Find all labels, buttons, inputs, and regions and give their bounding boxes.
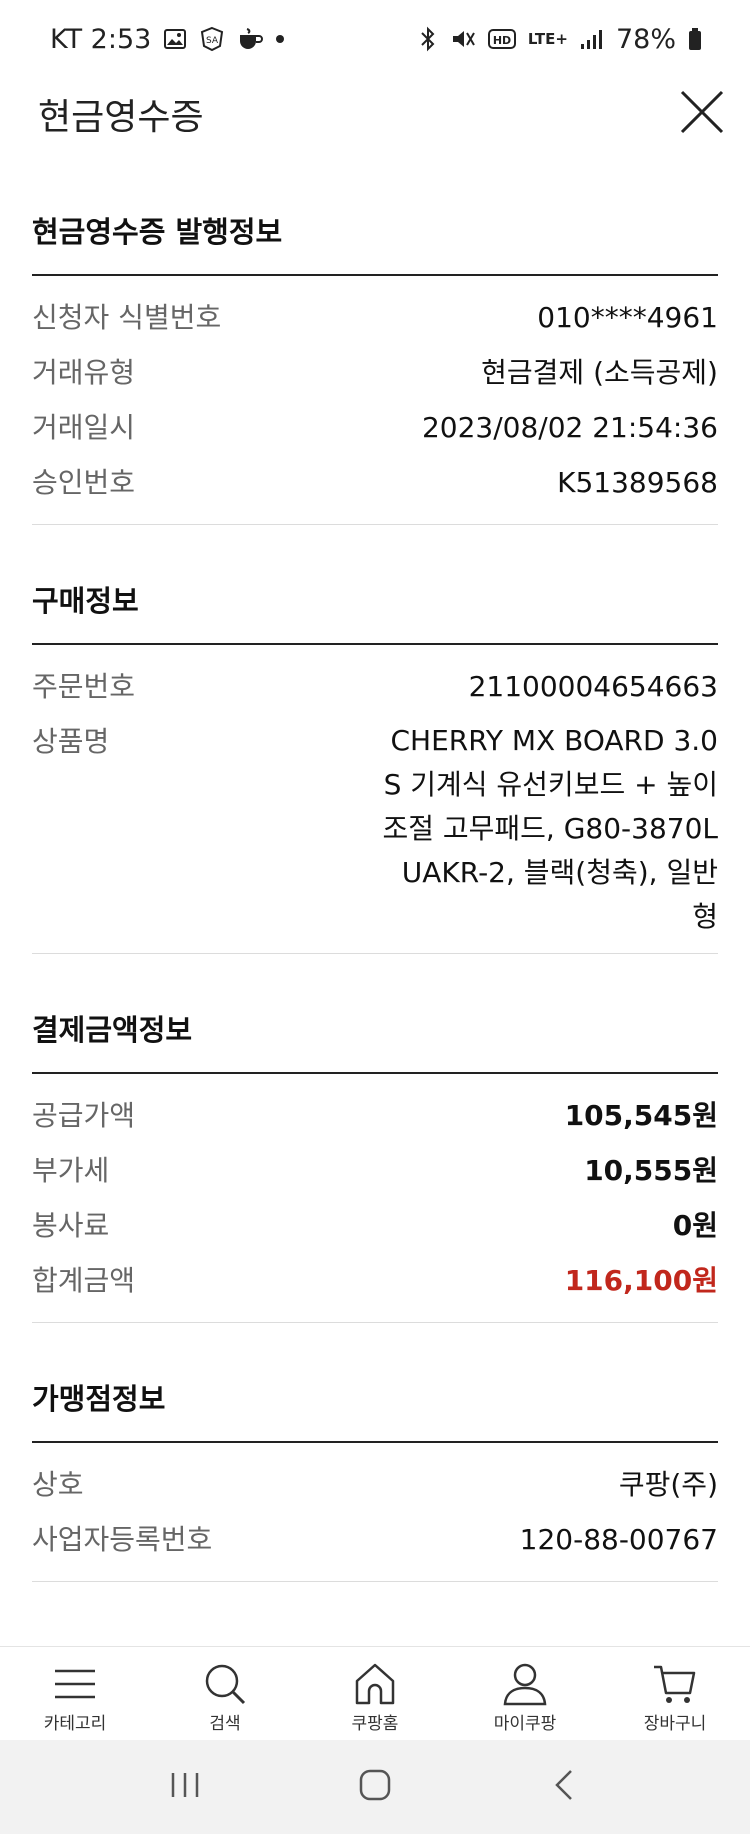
payment-info-section: 결제금액정보 공급가액 105,545원 부가세 10,555원 봉사료 0원 … [0,998,750,1323]
home-circle-icon [359,1769,391,1801]
total-amount-row: 합계금액 116,100원 [32,1253,718,1308]
close-icon [680,90,724,134]
payment-info-title: 결제금액정보 [32,998,718,1074]
row-value: 21100004654663 [468,670,718,703]
nav-search[interactable]: 검색 [150,1647,300,1740]
system-navigation-bar [0,1740,750,1834]
row-label: 승인번호 [32,466,136,499]
receipt-content: 현금영수증 발행정보 신청자 식별번호 010****4961 거래유형 현금결… [0,200,750,1582]
nav-my-coupang[interactable]: 마이쿠팡 [450,1647,600,1740]
home-button[interactable] [357,1767,393,1807]
row-label: 공급가액 [32,1099,136,1132]
row-label: 거래유형 [32,356,136,389]
nav-category[interactable]: 카테고리 [0,1647,150,1740]
issue-info-section: 현금영수증 발행정보 신청자 식별번호 010****4961 거래유형 현금결… [0,200,750,525]
battery-percent: 78% [615,23,676,55]
signal-icon [580,28,604,50]
purchase-info-section: 구매정보 주문번호 21100004654663 상품명 CHERRY MX B… [0,569,750,954]
product-name-row: 상품명 CHERRY MX BOARD 3.0 S 기계식 유선키보드 + 높이… [32,714,718,939]
applicant-id-row: 신청자 식별번호 010****4961 [32,290,718,345]
search-icon [205,1664,246,1705]
row-label: 사업자등록번호 [32,1523,213,1556]
cart-icon [654,1665,696,1703]
battery-icon [688,27,702,51]
nav-label: 카테고리 [43,1714,107,1734]
merchant-info-section: 가맹점정보 상호 쿠팡(주) 사업자등록번호 120-88-00767 [0,1367,750,1582]
network-label: LTE+ [527,30,568,48]
row-label: 신청자 식별번호 [32,301,222,334]
nav-home[interactable]: 쿠팡홈 [300,1647,450,1740]
row-value: 010****4961 [537,301,718,334]
coffee-icon [237,27,264,51]
business-number-row: 사업자등록번호 120-88-00767 [32,1512,718,1567]
row-value: 10,555원 [584,1154,718,1187]
issue-info-title: 현금영수증 발행정보 [32,200,718,276]
row-label: 합계금액 [32,1264,136,1297]
page-title: 현금영수증 [38,97,204,138]
mute-icon [450,27,476,51]
purchase-info-title: 구매정보 [32,569,718,645]
row-value: 120-88-00767 [519,1523,718,1556]
row-value: 105,545원 [564,1099,718,1132]
row-value: 현금결제 (소득공제) [481,356,718,389]
status-left: KT 2:53 SA [50,24,285,55]
purchase-info-rows: 주문번호 21100004654663 상품명 CHERRY MX BOARD … [32,645,718,954]
row-value: K51389568 [557,466,718,499]
row-label: 부가세 [32,1154,110,1187]
row-label: 상호 [32,1468,84,1501]
payment-info-rows: 공급가액 105,545원 부가세 10,555원 봉사료 0원 합계금액 11… [32,1074,718,1323]
back-icon [555,1770,572,1800]
nav-label: 검색 [209,1714,241,1734]
svg-text:HD: HD [493,34,511,47]
transaction-date-row: 거래일시 2023/08/02 21:54:36 [32,400,718,455]
dot-icon [275,34,285,44]
row-value: 2023/08/02 21:54:36 [421,411,718,444]
home-icon [355,1663,395,1705]
menu-icon [55,1669,95,1699]
status-bar: KT 2:53 SA HD LTE+ 78% [0,0,750,78]
nav-label: 마이쿠팡 [493,1714,557,1734]
gallery-icon [163,27,187,51]
product-name-value: CHERRY MX BOARD 3.0 S 기계식 유선키보드 + 높이조절 고… [382,724,718,933]
service-fee-row: 봉사료 0원 [32,1198,718,1253]
nav-label: 장바구니 [643,1714,707,1734]
back-button[interactable] [547,1767,583,1807]
row-label: 봉사료 [32,1209,110,1242]
merchant-name-row: 상호 쿠팡(주) [32,1457,718,1512]
status-right: HD LTE+ 78% [418,24,702,55]
nav-cart[interactable]: 장바구니 [600,1647,750,1740]
svg-text:SA: SA [206,36,219,46]
badge-icon: SA [199,26,225,52]
row-label: 상품명 [32,725,110,758]
row-label: 거래일시 [32,411,136,444]
bluetooth-icon [418,26,438,52]
status-time: KT 2:53 [50,23,152,55]
row-label: 주문번호 [32,670,136,703]
vat-row: 부가세 10,555원 [32,1143,718,1198]
nav-label: 쿠팡홈 [351,1714,399,1734]
approval-number-row: 승인번호 K51389568 [32,455,718,510]
merchant-info-rows: 상호 쿠팡(주) 사업자등록번호 120-88-00767 [32,1443,718,1582]
close-button[interactable] [676,86,728,138]
recent-apps-button[interactable] [167,1767,203,1807]
bottom-navigation: 카테고리 검색 쿠팡홈 마이쿠팡 장바구니 [0,1646,750,1740]
hd-icon: HD [487,28,516,50]
user-icon [503,1663,547,1706]
recent-apps-icon [171,1773,199,1797]
merchant-info-title: 가맹점정보 [32,1367,718,1443]
total-amount-value: 116,100원 [564,1264,718,1297]
row-value: 0원 [672,1209,718,1242]
supply-amount-row: 공급가액 105,545원 [32,1088,718,1143]
order-number-row: 주문번호 21100004654663 [32,659,718,714]
transaction-type-row: 거래유형 현금결제 (소득공제) [32,345,718,400]
issue-info-rows: 신청자 식별번호 010****4961 거래유형 현금결제 (소득공제) 거래… [32,276,718,525]
row-value: 쿠팡(주) [618,1468,718,1501]
